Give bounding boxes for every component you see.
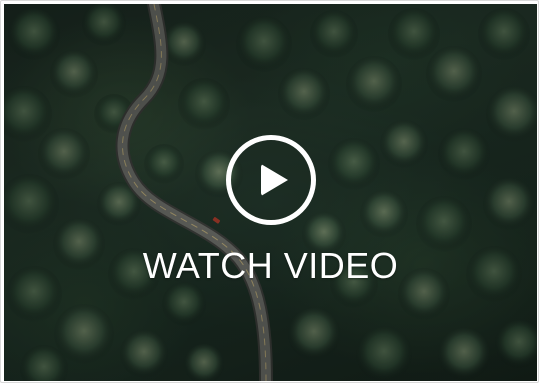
play-button[interactable] xyxy=(226,135,316,225)
watch-video-label[interactable]: WATCH VIDEO xyxy=(4,244,537,288)
video-thumbnail[interactable]: WATCH VIDEO xyxy=(4,4,537,381)
video-card: WATCH VIDEO xyxy=(0,0,539,383)
play-icon[interactable] xyxy=(261,164,288,196)
